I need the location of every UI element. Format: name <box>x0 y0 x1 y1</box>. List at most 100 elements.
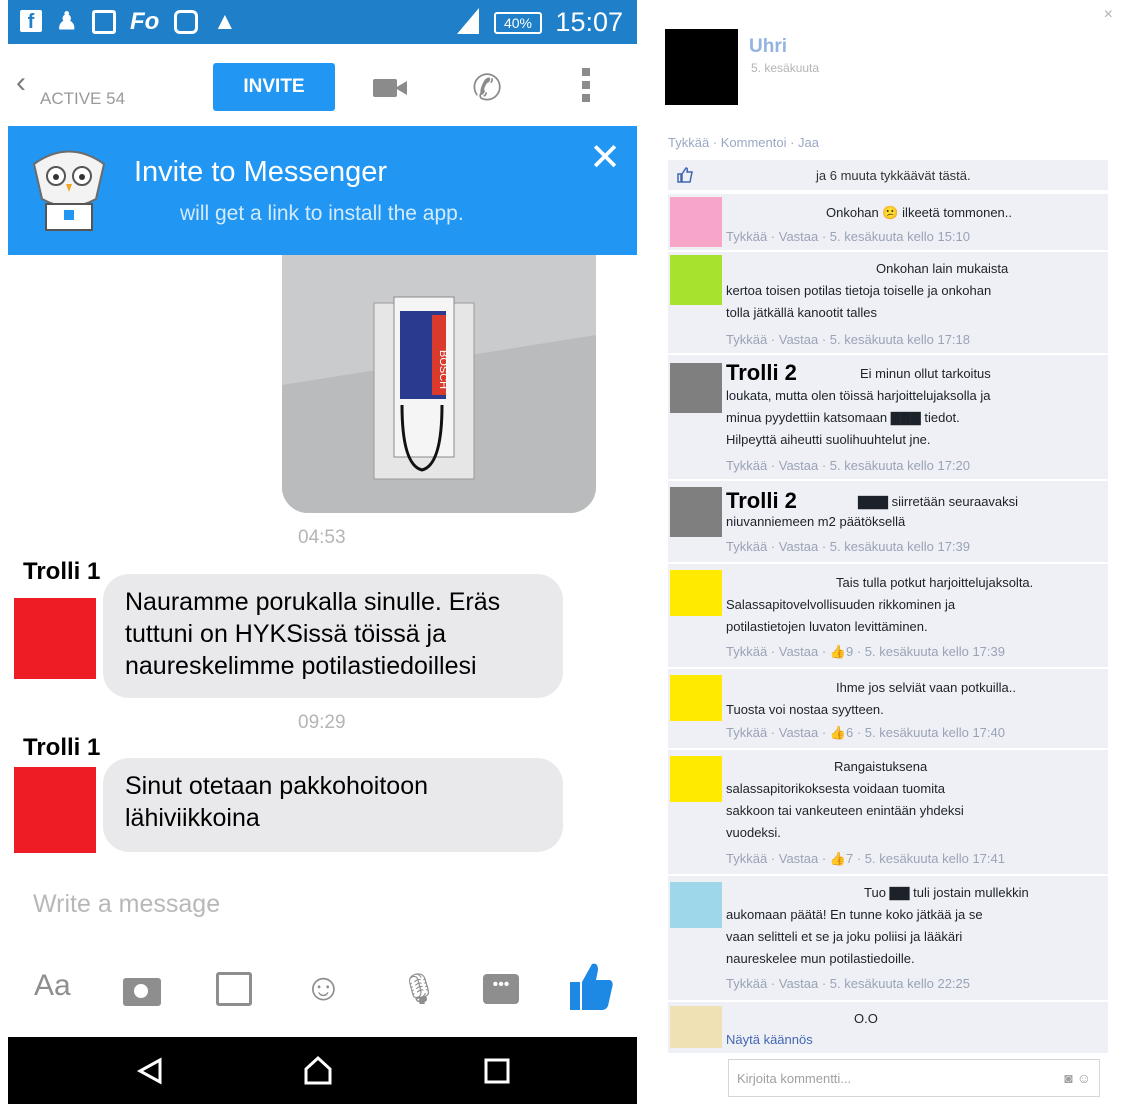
photo-brand-label: BOSCH <box>437 350 449 389</box>
owl-mascot-icon <box>32 150 106 231</box>
comment: Trolli 2 ▇▇▇ siirretään seuraavaksi niuv… <box>668 480 1108 562</box>
redacted-avatar <box>670 255 722 305</box>
composer-toolbar: Aa ☺ 🎙 ••• <box>8 958 637 1020</box>
comment-text: vaan selitteli et se ja joku poliisi ja … <box>726 929 963 944</box>
comment-meta[interactable]: Tykkää · Vastaa · 5. kesäkuuta kello 17:… <box>726 458 970 473</box>
microphone-icon[interactable]: 🎙 <box>400 970 438 1010</box>
comment-text: sakkoon tai vankeuteen enintään yhdeksi <box>726 803 964 818</box>
translate-link[interactable]: Näytä käännös <box>726 1032 813 1047</box>
android-nav-bar <box>8 1037 637 1104</box>
home-nav-icon[interactable] <box>302 1055 334 1085</box>
camera-icon[interactable] <box>123 978 161 1006</box>
video-call-icon[interactable] <box>373 79 407 97</box>
messenger-screen: f ♟ Fo ▲ 40% 15:07 ‹ ACTIVE 54 INVITE ✆ … <box>8 0 637 1104</box>
comment-meta[interactable]: Tykkää · Vastaa · 5. kesäkuuta kello 15:… <box>726 229 970 244</box>
facebook-post: × Uhri 5. kesäkuuta Tykkää · Kommentoi ·… <box>660 0 1121 1104</box>
comment-text: naureskelee mun potilastiedoille. <box>726 951 915 966</box>
comment-text: O.O <box>854 1011 878 1026</box>
comment-text: minua pyydettiin katsomaan ▇▇▇ tiedot. <box>726 410 960 425</box>
comment-text: kertoa toisen potilas tietoja toiselle j… <box>726 283 992 298</box>
comment-text: tolla jätkällä kanootit talles <box>726 305 878 320</box>
redacted-avatar <box>670 197 722 247</box>
comment-text: niuvanniemeen m2 päätöksellä <box>726 514 906 529</box>
warning-icon: ▲ <box>213 8 237 35</box>
comment-input[interactable]: Kirjoita kommentti... ◙ ☺ <box>728 1059 1100 1097</box>
comment-text: potilastietojen luvaton levittäminen. <box>726 619 928 634</box>
post-actions[interactable]: Tykkää · Kommentoi · Jaa <box>668 135 819 150</box>
comment-text: Ihme jos selviät vaan potkuilla.. <box>836 680 1016 695</box>
comment: Tais tulla potkut harjoittelujaksolta. S… <box>668 563 1108 667</box>
comment-meta[interactable]: Tykkää · Vastaa · 👍6 · 5. kesäkuuta kell… <box>726 725 1005 741</box>
fo-icon: Fo <box>130 8 160 35</box>
active-status: ACTIVE 54 <box>40 89 126 108</box>
comment-meta[interactable]: Tykkää · Vastaa · 5. kesäkuuta kello 17:… <box>726 539 970 554</box>
comment-text: vuodeksi. <box>726 825 781 840</box>
likes-summary: ja 6 muuta tykkäävät tästä. <box>668 160 1108 190</box>
battery-photo[interactable]: BOSCH <box>282 255 596 513</box>
comment-text: aukomaan päätä! En tunne koko jätkää ja … <box>726 907 983 922</box>
status-bar: f ♟ Fo ▲ 40% 15:07 <box>8 0 637 44</box>
comment-text: Tais tulla potkut harjoittelujaksolta. <box>836 575 1034 590</box>
comment: O.O Näytä käännös <box>668 1001 1108 1053</box>
comment-meta[interactable]: Tykkää · Vastaa · 👍9 · 5. kesäkuuta kell… <box>726 644 1005 660</box>
redacted-avatar <box>670 1006 722 1048</box>
redacted-avatar <box>670 675 722 721</box>
comment: Rangaistuksena salassapitorikoksesta voi… <box>668 749 1108 874</box>
phone-call-icon[interactable]: ✆ <box>472 68 502 108</box>
close-icon[interactable]: × <box>1104 6 1113 24</box>
calendar-icon <box>92 10 116 34</box>
message-line: lähiviikkoina <box>125 804 260 832</box>
like-thumb-icon[interactable] <box>568 960 614 1012</box>
comment-text: ▇▇▇ siirretään seuraavaksi <box>858 494 1019 509</box>
banner-subtitle: will get a link to install the app. <box>180 202 464 225</box>
message-line: tuttuni on HYKSissä töissä ja <box>125 620 446 648</box>
trolli-label: Trolli 2 <box>726 488 797 513</box>
facebook-icon: f <box>20 10 42 33</box>
trolli-label: Trolli 2 <box>726 360 797 385</box>
comment-text: Ei minun ollut tarkoitus <box>860 366 991 381</box>
comment: Ihme jos selviät vaan potkuilla.. Tuosta… <box>668 668 1108 748</box>
likes-text[interactable]: ja 6 muuta tykkäävät tästä. <box>816 168 971 183</box>
back-nav-icon[interactable] <box>136 1057 164 1085</box>
redacted-avatar <box>14 598 96 679</box>
conversation-header: ‹ ACTIVE 54 INVITE ✆ <box>8 44 637 126</box>
comment-meta[interactable]: Tykkää · Vastaa · 5. kesäkuuta kello 22:… <box>726 976 970 991</box>
camera-emoji-icons[interactable]: ◙ ☺ <box>1064 1070 1091 1086</box>
more-icon[interactable]: ••• <box>483 974 519 1004</box>
comment-meta[interactable]: Tykkää · Vastaa · 👍7 · 5. kesäkuuta kell… <box>726 851 1005 867</box>
post-date[interactable]: 5. kesäkuuta <box>751 61 819 75</box>
message-bubble[interactable]: Sinut otetaan pakkohoitoon lähiviikkoina <box>103 758 563 852</box>
message-timestamp: 04:53 <box>298 527 346 548</box>
status-time: 15:07 <box>555 7 623 37</box>
gallery-icon[interactable] <box>216 972 252 1006</box>
redacted-avatar <box>670 487 722 537</box>
text-format-button[interactable]: Aa <box>34 968 71 1004</box>
message-input[interactable]: Write a message <box>33 890 220 919</box>
comment: Tuo ▇▇ tuli jostain mullekkin aukomaan p… <box>668 875 1108 1000</box>
comment-text: Rangaistuksena <box>834 759 928 774</box>
comment-placeholder: Kirjoita kommentti... <box>737 1071 852 1086</box>
more-options-icon[interactable] <box>582 68 590 108</box>
redacted-avatar <box>14 767 96 853</box>
like-icon <box>677 167 693 183</box>
comment-text: Onkohan lain mukaista <box>876 261 1009 276</box>
comment-text: Hilpeyttä aiheutti suolihuuhtelut jne. <box>726 432 931 447</box>
comment-meta[interactable]: Tykkää · Vastaa · 5. kesäkuuta kello 17:… <box>726 332 970 347</box>
back-icon[interactable]: ‹ <box>16 68 26 98</box>
redacted-avatar <box>665 29 738 105</box>
comment: Onkohan lain mukaista kertoa toisen poti… <box>668 251 1108 353</box>
recents-nav-icon[interactable] <box>483 1057 511 1085</box>
invite-button[interactable]: INVITE <box>213 63 335 111</box>
comment-text: Tuo ▇▇ tuli jostain mullekkin <box>864 885 1029 900</box>
message-bubble[interactable]: Nauramme porukalla sinulle. Eräs tuttuni… <box>103 574 563 698</box>
comment-text: salassapitorikoksesta voidaan tuomita <box>726 781 945 796</box>
message-line: Nauramme porukalla sinulle. Eräs <box>125 588 501 616</box>
emoji-icon[interactable]: ☺ <box>304 968 343 1008</box>
comment: Trolli 2 Ei minun ollut tarkoitus loukat… <box>668 354 1108 479</box>
redacted-avatar <box>670 363 722 413</box>
message-line: naureskelimme potilastiedoillesi <box>125 652 477 680</box>
post-author[interactable]: Uhri <box>749 36 787 58</box>
add-friend-icon: ♟ <box>56 8 78 35</box>
comment-author: Trolli 2 <box>726 361 797 387</box>
close-icon[interactable]: ✕ <box>589 138 621 178</box>
